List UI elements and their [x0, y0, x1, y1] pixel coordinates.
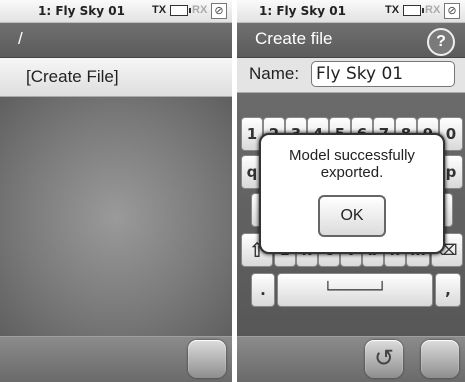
tx-battery-icon [170, 5, 191, 16]
confirm-button[interactable] [188, 340, 226, 378]
create-file-label: [Create File] [26, 67, 119, 86]
export-success-dialog: Model successfully exported. OK [259, 133, 445, 254]
tx-label: TX [152, 4, 167, 16]
name-field[interactable]: Fly Sky 01 [311, 61, 455, 87]
help-icon[interactable]: ? [427, 28, 455, 56]
model-name: 1: Fly Sky 01 [38, 4, 125, 18]
file-browser-screen: 1: Fly Sky 01 TX RX ⊘ / [Create File] [0, 0, 232, 382]
spacebar[interactable]: └─────┘ [277, 273, 433, 307]
path-bar: / [0, 23, 232, 58]
status-bar: 1: Fly Sky 01 TX RX ⊘ [0, 0, 232, 23]
ok-button[interactable]: OK [318, 195, 386, 237]
model-name: 1: Fly Sky 01 [259, 4, 346, 18]
rx-signal-icon: ⊘ [211, 3, 227, 19]
create-file-item[interactable]: [Create File] [0, 58, 232, 97]
dialog-message-line1: Model successfully [289, 147, 415, 164]
undo-icon[interactable]: ↺ [365, 340, 403, 378]
path-title: / [18, 29, 23, 48]
tx-label: TX [385, 4, 400, 16]
bottom-bar: ↺ [237, 336, 465, 382]
rx-label: RX [192, 4, 208, 16]
key-comma[interactable]: , [435, 273, 461, 307]
dialog-message: Model successfully exported. [261, 147, 443, 181]
rx-signal-icon: ⊘ [444, 3, 460, 19]
tx-battery-icon [403, 5, 424, 16]
status-bar: 1: Fly Sky 01 TX RX ⊘ [237, 0, 465, 23]
name-row: Name: Fly Sky 01 [237, 58, 465, 93]
bottom-bar [0, 336, 232, 382]
rx-label: RX [425, 4, 441, 16]
name-label: Name: [249, 64, 300, 83]
page-title: Create file [255, 29, 333, 48]
key-period[interactable]: . [251, 273, 275, 307]
create-file-screen: 1: Fly Sky 01 TX RX ⊘ Create file ? Name… [237, 0, 465, 382]
title-bar: Create file ? [237, 23, 465, 58]
dialog-message-line2: exported. [320, 164, 384, 181]
file-list-area [0, 97, 232, 337]
confirm-button[interactable] [421, 340, 459, 378]
